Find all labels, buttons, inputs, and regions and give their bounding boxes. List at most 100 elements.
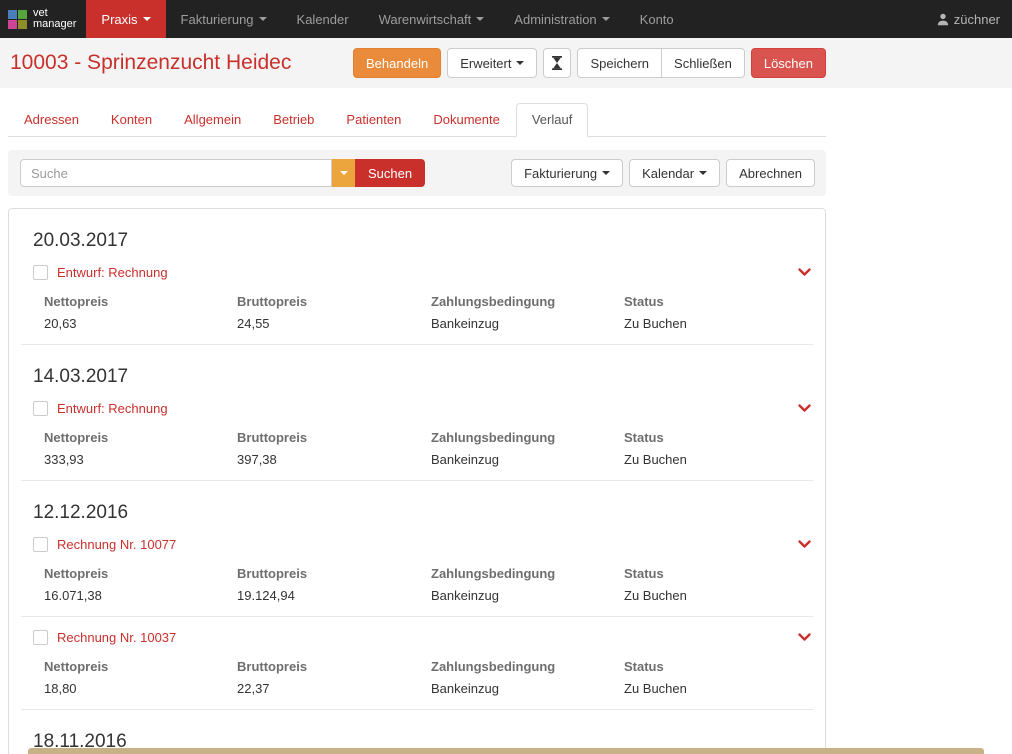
status-label: Status bbox=[624, 288, 811, 309]
menu-item-praxis[interactable]: Praxis bbox=[86, 0, 165, 38]
brutto-cell: Bruttopreis 24,55 bbox=[237, 288, 431, 333]
fakturierung-dropdown-button[interactable]: Fakturierung bbox=[511, 159, 623, 187]
netto-label: Nettopreis bbox=[44, 560, 237, 581]
entry-title[interactable]: Entwurf: Rechnung bbox=[57, 265, 168, 280]
menu-item-konto[interactable]: Konto bbox=[625, 0, 689, 38]
brutto-label: Bruttopreis bbox=[237, 560, 431, 581]
tab-adressen[interactable]: Adressen bbox=[8, 103, 95, 137]
search-options-dropdown[interactable] bbox=[332, 159, 355, 187]
menu-item-kalender[interactable]: Kalender bbox=[282, 0, 364, 38]
user-icon bbox=[937, 13, 949, 26]
entry-details: Nettopreis 333,93 Bruttopreis 397,38 Zah… bbox=[21, 420, 813, 480]
record-actions: Behandeln Erweitert Speichern Schließen … bbox=[353, 48, 826, 78]
netto-cell: Nettopreis 20,63 bbox=[44, 288, 237, 333]
menu-item-administration[interactable]: Administration bbox=[499, 0, 624, 38]
kalendar-dropdown-button[interactable]: Kalendar bbox=[629, 159, 720, 187]
kalendar-label: Kalendar bbox=[642, 166, 694, 181]
hourglass-button[interactable] bbox=[543, 48, 571, 78]
chevron-down-icon bbox=[259, 17, 267, 21]
status-cell: Status Zu Buchen bbox=[624, 424, 811, 469]
status-value: Zu Buchen bbox=[624, 581, 811, 605]
entry-title[interactable]: Entwurf: Rechnung bbox=[57, 401, 168, 416]
netto-value: 20,63 bbox=[44, 309, 237, 333]
history-group: 12.12.2016 Rechnung Nr. 10077 Nettopreis… bbox=[9, 481, 825, 710]
brutto-cell: Bruttopreis 22,37 bbox=[237, 653, 431, 698]
suchen-button[interactable]: Suchen bbox=[355, 159, 425, 187]
chevron-down-icon bbox=[340, 171, 348, 175]
speichern-button[interactable]: Speichern bbox=[577, 48, 662, 78]
search-toolbar: Suchen Fakturierung Kalendar Abrechnen bbox=[8, 150, 826, 196]
netto-cell: Nettopreis 18,80 bbox=[44, 653, 237, 698]
chevron-down-icon bbox=[798, 633, 811, 642]
group-entries: Entwurf: Rechnung Nettopreis 20,63 Brutt… bbox=[9, 252, 825, 345]
netto-cell: Nettopreis 16.071,38 bbox=[44, 560, 237, 605]
entry-checkbox[interactable] bbox=[33, 630, 48, 645]
entry-details: Nettopreis 18,80 Bruttopreis 22,37 Zahlu… bbox=[21, 649, 813, 709]
group-date: 12.12.2016 bbox=[9, 481, 825, 524]
zahlung-value: Bankeinzug bbox=[431, 674, 624, 698]
zahlung-cell: Zahlungsbedingung Bankeinzug bbox=[431, 288, 624, 333]
group-date: 14.03.2017 bbox=[9, 345, 825, 388]
zahlung-cell: Zahlungsbedingung Bankeinzug bbox=[431, 560, 624, 605]
menu-item-label: Administration bbox=[514, 12, 596, 27]
group-date: 20.03.2017 bbox=[9, 209, 825, 252]
vetmanager-brand[interactable]: vet manager bbox=[0, 0, 86, 38]
zahlung-value: Bankeinzug bbox=[431, 309, 624, 333]
user-menu[interactable]: züchner bbox=[937, 0, 1000, 38]
schliessen-button[interactable]: Schließen bbox=[661, 48, 745, 78]
tab-dokumente[interactable]: Dokumente bbox=[417, 103, 515, 137]
main-menu: Praxis Fakturierung Kalender Warenwirtsc… bbox=[86, 0, 688, 38]
history-entry: Entwurf: Rechnung Nettopreis 333,93 Brut… bbox=[21, 388, 813, 481]
entry-checkbox[interactable] bbox=[33, 537, 48, 552]
abrechnen-button[interactable]: Abrechnen bbox=[726, 159, 815, 187]
entry-expand-button[interactable] bbox=[798, 268, 811, 277]
tab-allgemein[interactable]: Allgemein bbox=[168, 103, 257, 137]
zahlung-label: Zahlungsbedingung bbox=[431, 560, 624, 581]
brutto-cell: Bruttopreis 19.124,94 bbox=[237, 560, 431, 605]
brutto-value: 24,55 bbox=[237, 309, 431, 333]
entry-expand-button[interactable] bbox=[798, 404, 811, 413]
brutto-label: Bruttopreis bbox=[237, 424, 431, 445]
history-group: 20.03.2017 Entwurf: Rechnung Nettopreis … bbox=[9, 209, 825, 345]
erweitert-label: Erweitert bbox=[460, 56, 511, 71]
menu-item-label: Konto bbox=[640, 12, 674, 27]
loeschen-button[interactable]: Löschen bbox=[751, 48, 826, 78]
status-cell: Status Zu Buchen bbox=[624, 560, 811, 605]
status-cell: Status Zu Buchen bbox=[624, 653, 811, 698]
zahlung-value: Bankeinzug bbox=[431, 581, 624, 605]
toolbar-actions: Fakturierung Kalendar Abrechnen bbox=[511, 159, 815, 187]
entry-details: Nettopreis 16.071,38 Bruttopreis 19.124,… bbox=[21, 556, 813, 616]
fakturierung-label: Fakturierung bbox=[524, 166, 597, 181]
menu-item-label: Praxis bbox=[101, 12, 137, 27]
search-input[interactable] bbox=[20, 159, 332, 187]
chevron-down-icon bbox=[798, 540, 811, 549]
menu-item-warenwirtschaft[interactable]: Warenwirtschaft bbox=[364, 0, 500, 38]
record-header: 10003 - Sprinzenzucht Heidec Behandeln E… bbox=[0, 38, 1012, 88]
entry-checkbox[interactable] bbox=[33, 265, 48, 280]
brutto-value: 397,38 bbox=[237, 445, 431, 469]
brutto-value: 22,37 bbox=[237, 674, 431, 698]
zahlung-label: Zahlungsbedingung bbox=[431, 424, 624, 445]
menu-item-fakturierung[interactable]: Fakturierung bbox=[166, 0, 282, 38]
entry-title[interactable]: Rechnung Nr. 10037 bbox=[57, 630, 176, 645]
entry-expand-button[interactable] bbox=[798, 633, 811, 642]
tab-betrieb[interactable]: Betrieb bbox=[257, 103, 330, 137]
hourglass-icon bbox=[551, 56, 563, 70]
chevron-down-icon bbox=[602, 17, 610, 21]
entry-expand-button[interactable] bbox=[798, 540, 811, 549]
vetmanager-logo-icon bbox=[8, 10, 27, 29]
tab-konten[interactable]: Konten bbox=[95, 103, 168, 137]
vetmanager-logo-text: vet manager bbox=[33, 8, 76, 30]
horizontal-scrollbar[interactable] bbox=[28, 748, 984, 754]
brutto-cell: Bruttopreis 397,38 bbox=[237, 424, 431, 469]
erweitert-dropdown-button[interactable]: Erweitert bbox=[447, 48, 537, 78]
tab-patienten[interactable]: Patienten bbox=[330, 103, 417, 137]
zahlung-value: Bankeinzug bbox=[431, 445, 624, 469]
status-label: Status bbox=[624, 560, 811, 581]
entry-title[interactable]: Rechnung Nr. 10077 bbox=[57, 537, 176, 552]
behandeln-button[interactable]: Behandeln bbox=[353, 48, 441, 78]
history-entry: Entwurf: Rechnung Nettopreis 20,63 Brutt… bbox=[21, 252, 813, 345]
tab-verlauf[interactable]: Verlauf bbox=[516, 103, 588, 137]
group-entries: Entwurf: Rechnung Nettopreis 333,93 Brut… bbox=[9, 388, 825, 481]
entry-checkbox[interactable] bbox=[33, 401, 48, 416]
